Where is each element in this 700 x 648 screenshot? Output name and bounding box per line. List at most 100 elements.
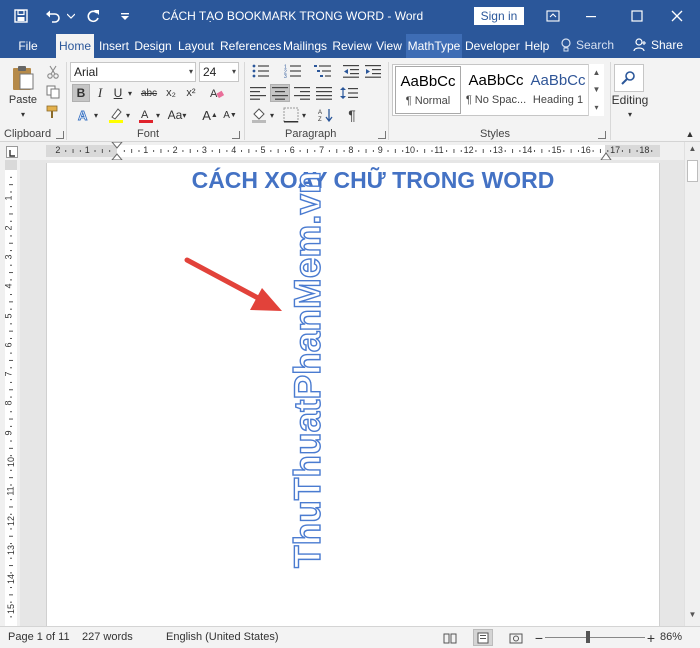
language-status[interactable]: English (United States) <box>166 631 279 643</box>
scroll-down-icon[interactable]: ▼ <box>685 610 700 624</box>
borders-icon[interactable] <box>280 106 302 124</box>
tab-design[interactable]: Design <box>134 34 172 58</box>
tab-selector[interactable] <box>6 146 18 158</box>
ruler-number: 18 <box>639 145 650 155</box>
clipboard-launcher-icon[interactable] <box>56 131 64 139</box>
scrollbar-thumb[interactable] <box>687 160 698 182</box>
share-button[interactable]: Share <box>633 32 683 58</box>
read-mode-icon[interactable] <box>440 629 460 646</box>
web-layout-icon[interactable] <box>506 629 526 646</box>
font-name-value: Arial <box>74 65 99 79</box>
sign-in-button[interactable]: Sign in <box>474 7 524 25</box>
align-center-icon[interactable] <box>270 84 290 102</box>
font-color-icon[interactable]: A <box>136 106 156 124</box>
sort-icon[interactable]: AZ <box>316 106 336 124</box>
paste-button[interactable]: Paste <box>6 62 40 108</box>
tab-review[interactable]: Review <box>332 34 372 58</box>
style-normal[interactable]: AaBbCc ¶ Normal <box>395 66 461 114</box>
scroll-up-icon[interactable]: ▲ <box>685 144 700 158</box>
paragraph-launcher-icon[interactable] <box>378 131 386 139</box>
scroll-down-icon[interactable]: ▼ <box>593 85 601 94</box>
paste-dropdown-icon[interactable]: ▾ <box>6 108 40 120</box>
tab-layout[interactable]: Layout <box>175 34 217 58</box>
collapse-ribbon-icon[interactable]: ▲ <box>683 128 697 140</box>
horizontal-ruler[interactable]: 2 1 1 2 3 4 5 6 7 8 9 10 11 12 13 14 15 16 17 18 <box>0 142 684 160</box>
highlight-icon[interactable] <box>106 106 126 124</box>
style-heading-1[interactable]: AaBbCc Heading 1 <box>529 66 587 114</box>
zoom-out-button[interactable]: − <box>533 629 545 646</box>
style-no-spacing[interactable]: AaBbCc ¶ No Spac... <box>463 66 529 114</box>
copy-icon[interactable] <box>44 84 62 100</box>
increase-indent-icon[interactable] <box>364 62 382 80</box>
format-painter-icon[interactable] <box>44 104 62 120</box>
zoom-in-button[interactable]: + <box>645 629 657 646</box>
shading-dropdown-icon[interactable]: ▾ <box>268 106 276 124</box>
shading-icon[interactable] <box>248 106 270 124</box>
bullets-icon[interactable] <box>250 62 272 80</box>
styles-scroll[interactable]: ▲ ▼ ▾ <box>588 64 604 116</box>
numbering-icon[interactable]: 123 <box>282 62 304 80</box>
align-right-icon[interactable] <box>292 84 312 102</box>
strikethrough-button[interactable]: abc <box>138 84 160 102</box>
font-color-dropdown-icon[interactable]: ▾ <box>154 106 162 124</box>
shrink-font-button[interactable]: A ▼ <box>222 106 238 124</box>
font-launcher-icon[interactable] <box>232 131 240 139</box>
zoom-slider-thumb[interactable] <box>586 631 590 643</box>
tell-me-label: Search <box>576 38 615 52</box>
clear-formatting-icon[interactable]: A <box>206 84 228 102</box>
tab-insert[interactable]: Insert <box>97 34 131 58</box>
tab-home[interactable]: Home <box>56 34 94 58</box>
borders-dropdown-icon[interactable]: ▾ <box>300 106 308 124</box>
print-layout-icon[interactable] <box>473 629 493 646</box>
show-formatting-icon[interactable]: ¶ <box>342 106 362 124</box>
underline-dropdown-icon[interactable]: ▾ <box>126 84 134 102</box>
more-styles-icon[interactable]: ▾ <box>594 103 598 112</box>
group-divider <box>244 62 245 140</box>
tell-me-search[interactable]: Search <box>560 32 614 58</box>
ruler-number: 9 <box>3 430 14 436</box>
align-left-icon[interactable] <box>248 84 268 102</box>
font-size-combo[interactable]: 24 ▾ <box>199 62 239 82</box>
word-count[interactable]: 227 words <box>82 631 133 643</box>
minimize-icon[interactable] <box>568 0 614 32</box>
subscript-button[interactable]: x₂ <box>162 84 180 102</box>
zoom-slider[interactable] <box>545 637 645 638</box>
bold-button[interactable]: B <box>72 84 90 102</box>
superscript-button[interactable]: x² <box>182 84 200 102</box>
ruler-number: 3 <box>3 254 14 260</box>
text-effects-dropdown-icon[interactable]: ▾ <box>92 106 100 124</box>
vertical-ruler[interactable]: 1 2 3 4 5 6 7 8 9 10 11 12 13 14 15 <box>0 160 20 626</box>
scroll-up-icon[interactable]: ▲ <box>593 68 601 77</box>
highlight-dropdown-icon[interactable]: ▾ <box>124 106 132 124</box>
tab-view[interactable]: View <box>375 34 403 58</box>
ruler-number: 2 <box>3 225 14 231</box>
tab-file[interactable]: File <box>8 34 48 58</box>
zoom-level[interactable]: 86% <box>660 631 682 643</box>
tab-mailings[interactable]: Mailings <box>281 34 329 58</box>
tab-references[interactable]: References <box>220 34 281 58</box>
style-preview: AaBbCc <box>468 72 524 89</box>
tab-help[interactable]: Help <box>522 34 552 58</box>
find-icon[interactable] <box>614 64 644 92</box>
vertical-scrollbar[interactable]: ▲ ▼ <box>684 142 700 626</box>
close-icon[interactable] <box>654 0 700 32</box>
line-spacing-icon[interactable] <box>338 84 364 102</box>
change-case-button[interactable]: Aa ▾ <box>166 106 188 124</box>
right-indent-marker-icon[interactable] <box>600 152 612 160</box>
document-area[interactable]: CÁCH XOAY CHỮ TRONG WORD ThuThuatPhanMem… <box>20 160 684 626</box>
font-name-combo[interactable]: Arial ▾ <box>70 62 196 82</box>
tab-developer[interactable]: Developer <box>465 34 520 58</box>
justify-icon[interactable] <box>314 84 334 102</box>
italic-button[interactable]: I <box>92 84 108 102</box>
editing-dropdown-icon[interactable]: ▾ <box>620 108 640 120</box>
cut-icon[interactable] <box>44 64 62 80</box>
editing-button[interactable]: Editing <box>610 92 650 108</box>
underline-button[interactable]: U <box>110 84 126 102</box>
tab-mathtype[interactable]: MathType <box>406 34 462 58</box>
indent-marker-icon[interactable] <box>111 142 123 160</box>
styles-launcher-icon[interactable] <box>598 131 606 139</box>
multilevel-list-icon[interactable] <box>312 62 334 80</box>
page-count[interactable]: Page 1 of 11 <box>8 631 70 643</box>
grow-font-button[interactable]: A ▲ <box>202 106 218 124</box>
decrease-indent-icon[interactable] <box>342 62 360 80</box>
